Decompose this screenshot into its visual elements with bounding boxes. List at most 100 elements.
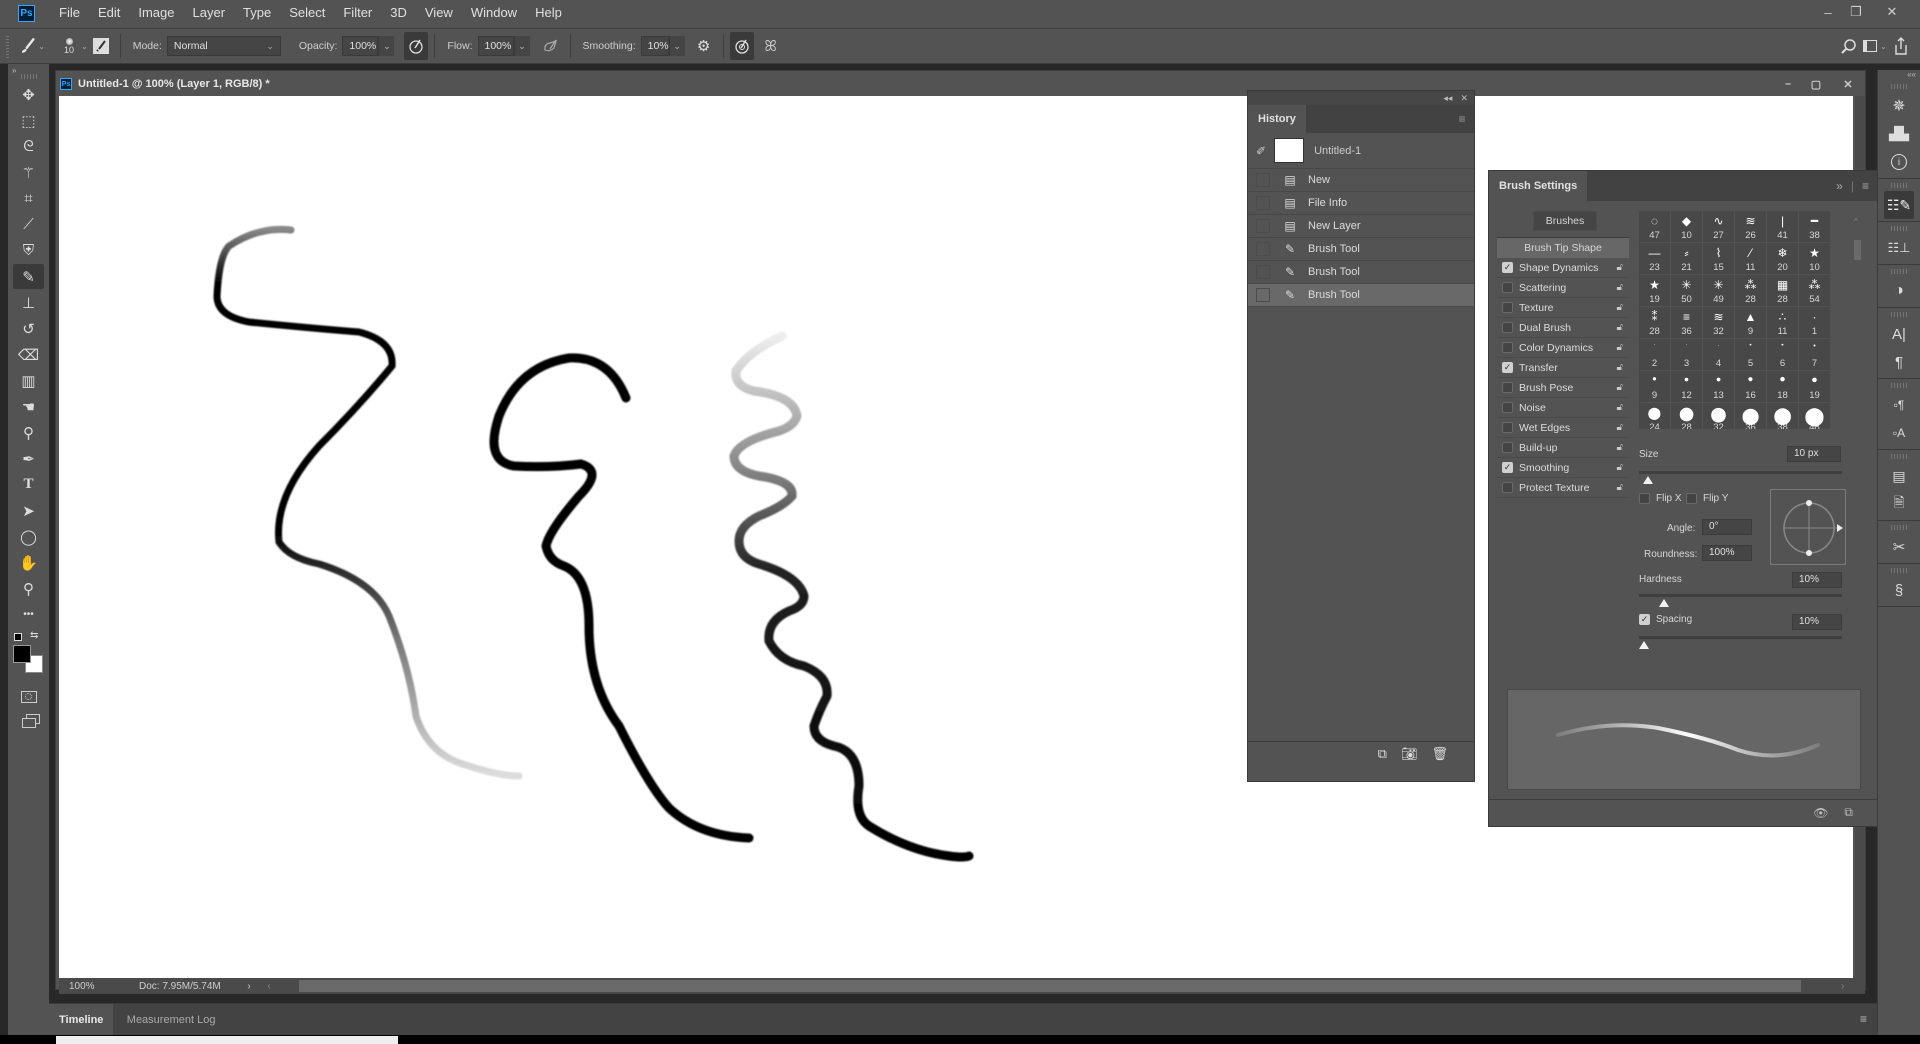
- snapshot-camera-icon[interactable]: 📷︎: [1401, 746, 1418, 762]
- flow-input[interactable]: 100%: [477, 36, 514, 56]
- menu-view[interactable]: View: [416, 0, 462, 26]
- checkbox[interactable]: [1502, 322, 1513, 333]
- brush-tip[interactable]: | 41: [1767, 211, 1798, 242]
- spacing-slider-thumb[interactable]: [1639, 641, 1649, 649]
- lock-icon[interactable]: 🔓︎: [1617, 422, 1623, 433]
- delete-trash-icon[interactable]: 🗑︎: [1431, 746, 1448, 762]
- brush-option-transfer[interactable]: ✓ Transfer 🔓︎: [1497, 358, 1629, 378]
- lock-icon[interactable]: 🔓︎: [1617, 482, 1623, 493]
- tool-pen[interactable]: ✒: [13, 446, 44, 471]
- brush-tip[interactable]: ⬤ 28: [1671, 403, 1702, 429]
- lock-icon[interactable]: 🔓︎: [1617, 402, 1623, 413]
- flip-y-checkbox[interactable]: Flip Y: [1686, 493, 1728, 504]
- flip-x-checkbox[interactable]: Flip X: [1639, 493, 1682, 504]
- checkbox[interactable]: [1502, 282, 1513, 293]
- tool-more[interactable]: •••: [13, 602, 44, 627]
- taskbar-window[interactable]: [56, 1036, 398, 1044]
- brush-tip[interactable]: ⁂ 54: [1799, 275, 1830, 306]
- hardness-input[interactable]: 10%: [1792, 572, 1842, 588]
- brush-tip[interactable]: · 3: [1671, 339, 1702, 370]
- tool-rectangular-marquee[interactable]: ⬚: [13, 108, 44, 133]
- menu-layer[interactable]: Layer: [184, 0, 235, 26]
- pressure-opacity-toggle[interactable]: [404, 32, 429, 60]
- toggle-brush-settings-button[interactable]: [88, 32, 114, 60]
- brush-option-shape-dynamics[interactable]: ✓ Shape Dynamics 🔓︎: [1497, 258, 1629, 278]
- brush-tip[interactable]: • 5: [1735, 339, 1766, 370]
- tool-crop[interactable]: ⌗: [13, 186, 44, 211]
- tool-smudge[interactable]: ☚: [13, 394, 44, 419]
- brush-tip[interactable]: ● 13: [1703, 371, 1734, 402]
- brush-tip[interactable]: ⁂ 28: [1735, 275, 1766, 306]
- history-brush-source-checkbox[interactable]: [1256, 288, 1270, 302]
- brush-tip[interactable]: ● 9: [1639, 371, 1670, 402]
- layer-comps-button[interactable]: ▤: [1884, 462, 1914, 490]
- brush-tip[interactable]: ⬤ 36: [1735, 403, 1766, 429]
- brush-tip[interactable]: ⁑ 28: [1639, 307, 1670, 338]
- opacity-dropdown[interactable]: ⌄: [378, 36, 395, 56]
- pressure-size-toggle[interactable]: [729, 32, 754, 60]
- navigator-button[interactable]: ✵: [1884, 92, 1914, 120]
- menu-filter[interactable]: Filter: [334, 0, 381, 26]
- brush-angle-preview[interactable]: [1770, 489, 1846, 565]
- menu-window[interactable]: Window: [462, 0, 526, 26]
- history-item[interactable]: ✎ Brush Tool: [1248, 238, 1474, 261]
- foreground-color-swatch[interactable]: [13, 645, 31, 663]
- tool-move[interactable]: ✥: [13, 82, 44, 107]
- toggle-live-tip-preview-icon[interactable]: 👁︎: [1813, 806, 1828, 820]
- tool-ellipse[interactable]: ◯: [13, 524, 44, 549]
- menu-help[interactable]: Help: [526, 0, 571, 26]
- collapse-icon[interactable]: ◂◂: [1443, 93, 1452, 104]
- quick-mask-button[interactable]: [13, 684, 44, 709]
- lock-icon[interactable]: 🔓︎: [1617, 362, 1623, 373]
- brush-tip-shape-item[interactable]: Brush Tip Shape: [1497, 238, 1629, 258]
- zoom-level[interactable]: 100%: [59, 981, 109, 992]
- tool-lasso[interactable]: ᘓ: [13, 134, 44, 159]
- horizontal-scrollbar[interactable]: [299, 980, 1801, 992]
- checkbox[interactable]: [1686, 493, 1697, 504]
- brush-tip[interactable]: ● 18: [1767, 371, 1798, 402]
- smoothing-input[interactable]: 10%: [640, 36, 669, 56]
- tab-history[interactable]: History: [1248, 105, 1306, 133]
- brush-tip[interactable]: ≋ 26: [1735, 211, 1766, 242]
- brush-tip[interactable]: ∴ 11: [1767, 307, 1798, 338]
- checkbox[interactable]: ✓: [1502, 262, 1513, 273]
- brush-tip[interactable]: ━ 38: [1799, 211, 1830, 242]
- lock-icon[interactable]: 🔓︎: [1617, 462, 1623, 473]
- brush-tip[interactable]: ⬤ 32: [1703, 403, 1734, 429]
- tool-healing-brush[interactable]: ⛨: [13, 238, 44, 263]
- scroll-left-arrow[interactable]: ‹: [259, 981, 279, 992]
- flow-dropdown[interactable]: ⌄: [513, 36, 530, 56]
- airbrush-toggle[interactable]: [538, 32, 564, 60]
- collapse-toolbar-icon[interactable]: »: [8, 64, 49, 75]
- smoothing-dropdown[interactable]: ⌄: [668, 36, 685, 56]
- default-colors-icon[interactable]: [14, 633, 22, 641]
- document-tab[interactable]: Ps Untitled-1 @ 100% (Layer 1, RGB/8) * …: [56, 72, 1866, 96]
- mode-select[interactable]: Normal ⌄: [166, 36, 281, 56]
- lock-icon[interactable]: 🔓︎: [1617, 282, 1623, 293]
- hardness-slider-thumb[interactable]: [1659, 599, 1670, 607]
- history-brush-source-checkbox[interactable]: [1256, 173, 1270, 187]
- tool-path-selection[interactable]: ➤: [13, 498, 44, 523]
- brush-tip[interactable]: • 7: [1799, 339, 1830, 370]
- status-menu-arrow[interactable]: ›: [239, 981, 259, 992]
- checkbox[interactable]: [1502, 342, 1513, 353]
- history-item[interactable]: ▤ New Layer: [1248, 215, 1474, 238]
- tab-measurement-log[interactable]: Measurement Log: [117, 1004, 226, 1035]
- panel-menu-icon[interactable]: ≡: [1450, 105, 1474, 133]
- tool-brush[interactable]: ✎: [13, 264, 44, 289]
- brush-tip[interactable]: ⬤ 38: [1767, 403, 1798, 429]
- history-brush-source-checkbox[interactable]: [1256, 196, 1270, 210]
- smoothing-options-button[interactable]: ⚙: [691, 32, 717, 60]
- spacing-checkbox[interactable]: ✓ Spacing: [1639, 614, 1692, 625]
- checkbox[interactable]: [1502, 402, 1513, 413]
- search-button[interactable]: [1836, 32, 1862, 60]
- size-input[interactable]: 10 px: [1787, 446, 1841, 462]
- brush-option-dual-brush[interactable]: Dual Brush 🔓︎: [1497, 318, 1629, 338]
- brush-tip[interactable]: ◌ 47: [1639, 211, 1670, 242]
- tool-preset-picker[interactable]: ⌄: [19, 32, 45, 60]
- spacing-slider[interactable]: [1639, 636, 1842, 639]
- checkbox[interactable]: [1502, 442, 1513, 453]
- panel-menu-icon[interactable]: ≡: [1860, 1012, 1867, 1026]
- histogram-button[interactable]: ▟▙: [1884, 120, 1914, 148]
- lock-icon[interactable]: 🔓︎: [1617, 302, 1623, 313]
